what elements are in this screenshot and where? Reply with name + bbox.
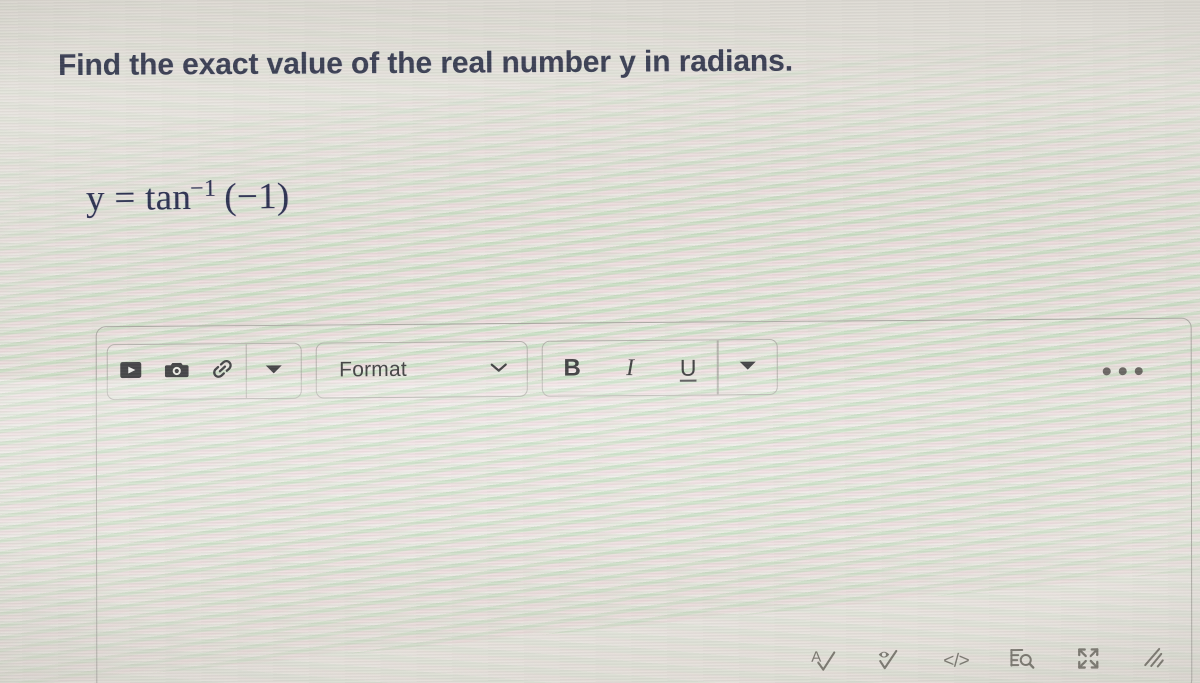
insert-video-button[interactable]	[108, 345, 154, 399]
equation-left-side: y = tan	[85, 176, 192, 220]
chevron-down-icon	[489, 360, 509, 379]
word-count-button[interactable]	[1007, 646, 1037, 676]
italic-button[interactable]: I	[601, 341, 659, 395]
accessibility-check-button[interactable]	[875, 647, 905, 677]
toolbar-overflow-button[interactable]	[1102, 367, 1143, 376]
text-style-group: B I U	[542, 338, 778, 397]
overflow-dot-icon	[1134, 367, 1143, 376]
eye-check-icon	[876, 646, 904, 677]
code-icon: </>	[943, 650, 970, 672]
equation-exponent: −1	[189, 175, 217, 202]
camera-icon	[164, 357, 190, 386]
screenshot-root: Find the exact value of the real number …	[0, 0, 1200, 683]
text-style-more-button[interactable]	[718, 340, 776, 394]
page-content: Find the exact value of the real number …	[0, 0, 1200, 683]
html-source-button[interactable]: </>	[941, 646, 971, 676]
overflow-dot-icon	[1118, 367, 1127, 376]
rich-text-editor[interactable]: Format B I U A </>	[95, 317, 1193, 683]
editor-status-bar: A </>	[809, 645, 1169, 678]
spellcheck-icon: A	[810, 647, 838, 678]
word-count-icon	[1008, 645, 1036, 676]
editor-text-area[interactable]	[107, 399, 1181, 643]
caret-down-icon	[739, 358, 757, 376]
bold-button[interactable]: B	[543, 341, 601, 395]
spellcheck-button[interactable]: A	[809, 647, 839, 677]
equation-expression: y = tan−1 (−1)	[86, 175, 290, 220]
insert-image-button[interactable]	[154, 344, 200, 398]
resize-handle[interactable]	[1139, 645, 1169, 675]
insert-media-group	[106, 342, 303, 401]
resize-grip-icon	[1141, 644, 1167, 675]
video-icon	[119, 357, 143, 386]
format-dropdown[interactable]: Format	[316, 340, 529, 399]
fullscreen-icon	[1075, 645, 1101, 676]
link-icon	[210, 356, 236, 387]
underline-button[interactable]: U	[659, 340, 717, 394]
insert-more-button[interactable]	[247, 344, 301, 398]
insert-link-button[interactable]	[200, 344, 246, 398]
format-dropdown-label: Format	[339, 357, 407, 382]
equation-argument: (−1)	[224, 175, 290, 218]
editor-toolbar: Format B I U	[106, 335, 1181, 401]
question-prompt-text: Find the exact value of the real number …	[57, 44, 793, 83]
caret-down-icon	[265, 362, 283, 380]
overflow-dot-icon	[1102, 367, 1111, 376]
fullscreen-button[interactable]	[1073, 645, 1103, 675]
